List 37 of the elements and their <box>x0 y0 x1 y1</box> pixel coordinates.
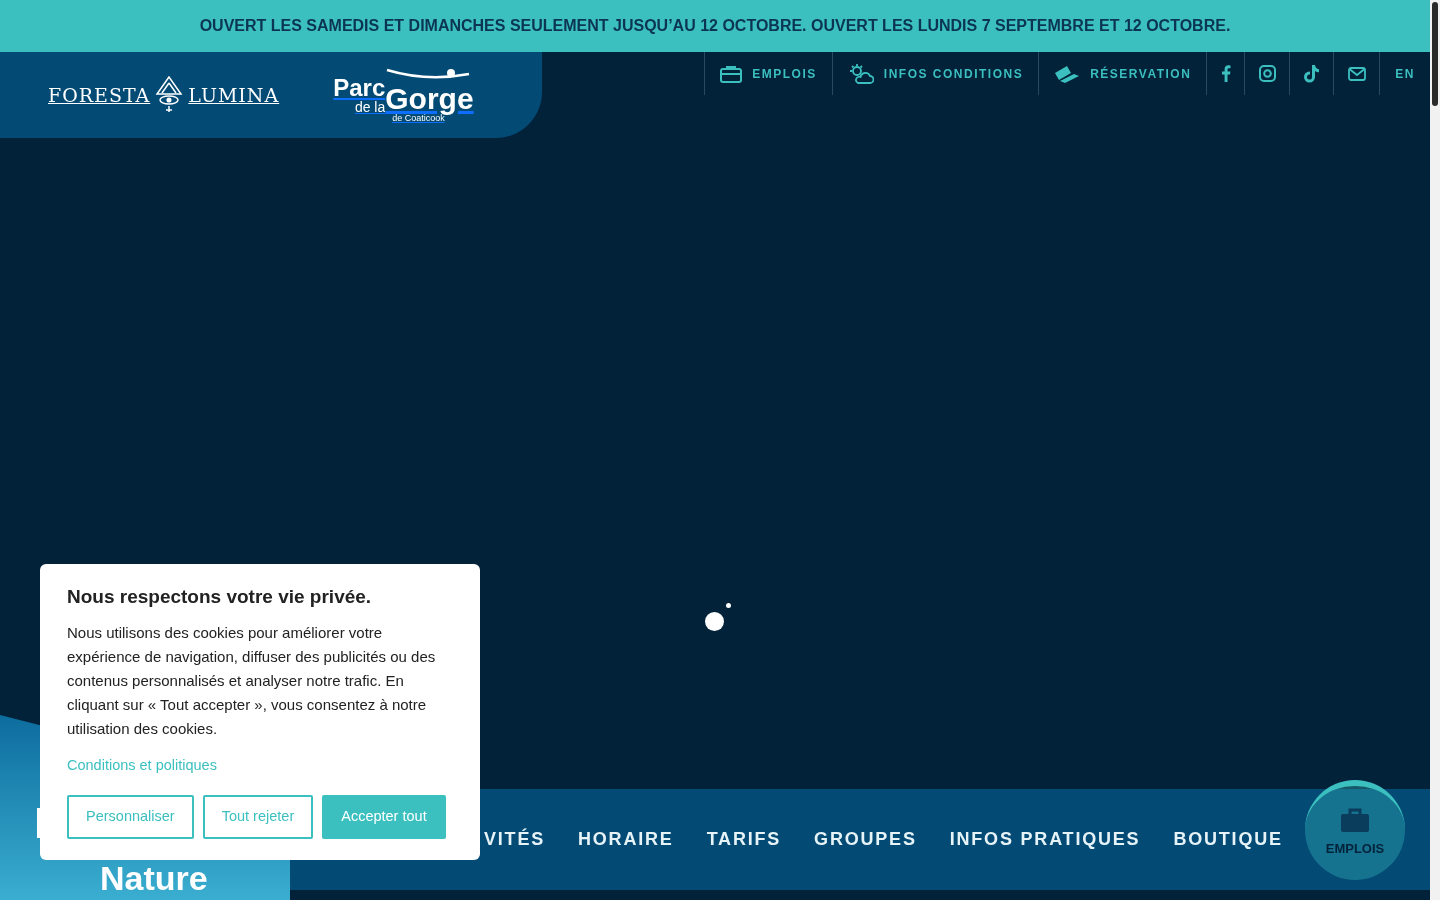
tickets-icon <box>1054 64 1081 83</box>
button-label: EMPLOIS <box>1325 840 1385 859</box>
foresta-logo[interactable]: FORESTA LUMINA <box>48 76 280 114</box>
menu-link[interactable]: TARIFS <box>706 826 782 853</box>
facebook-icon[interactable] <box>1221 65 1232 82</box>
sun-cloud-icon <box>847 62 874 85</box>
instagram-icon[interactable] <box>1259 65 1277 82</box>
briefcase-icon <box>720 64 743 83</box>
announcement-banner: OUVERT LES SAMEDIS ET DIMANCHES SEULEMENT JUSQU’AU 12 OCTOBRE. OUVERT LES LUNDIS 7 SEPTEMBRE ET 12 OCTOBRE. <box>0 0 1430 52</box>
nav-label: INFOS CONDITIONS <box>883 65 1024 83</box>
briefcase-icon <box>1340 807 1370 834</box>
dialog-title: Nous respectons votre vie privée. <box>67 586 373 609</box>
loading-dot <box>726 603 731 608</box>
logo-text: LUMINA <box>188 82 280 108</box>
menu-link[interactable]: INFOS PRATIQUES <box>949 826 1141 853</box>
nav-label: EMPLOIS <box>752 65 817 83</box>
nav-link[interactable]: RÉSERVATION <box>1038 52 1207 95</box>
logo-text: Gorge <box>385 83 474 114</box>
menu-link[interactable]: BOUTIQUE <box>1173 826 1283 853</box>
loading-dot <box>705 612 724 631</box>
hero-title: Nature <box>100 861 208 895</box>
nav-link[interactable]: EMPLOIS <box>704 52 832 95</box>
logo-text: de la <box>354 99 386 114</box>
logo-text: Parc <box>333 75 386 100</box>
scrollbar-thumb[interactable] <box>1432 2 1438 106</box>
tiktok-icon[interactable] <box>1304 64 1321 83</box>
logo-text: FORESTA <box>48 82 151 108</box>
nav-link[interactable]: INFOS CONDITIONS <box>831 52 1039 95</box>
menu-link[interactable]: GROUPES <box>814 826 917 853</box>
dialog-text: Nous utilisons des cookies pour améliorer votre expérience de navigation, diffuser des publicités ou des contenus personnalisés et analyser notre trafic. En cliquant sur « Tout accepter », vous consentez à notre utilisation des cookies. <box>67 622 437 739</box>
menu-link[interactable]: VITÉS <box>484 826 545 853</box>
nav-label: RÉSERVATION <box>1090 65 1192 83</box>
tree-eye-icon <box>154 76 185 114</box>
scrollbar[interactable] <box>1430 0 1440 900</box>
envelope-icon[interactable] <box>1348 66 1367 81</box>
logo-text: de Coaticook <box>392 113 445 123</box>
menu-link[interactable]: HORAIRE <box>578 826 674 853</box>
